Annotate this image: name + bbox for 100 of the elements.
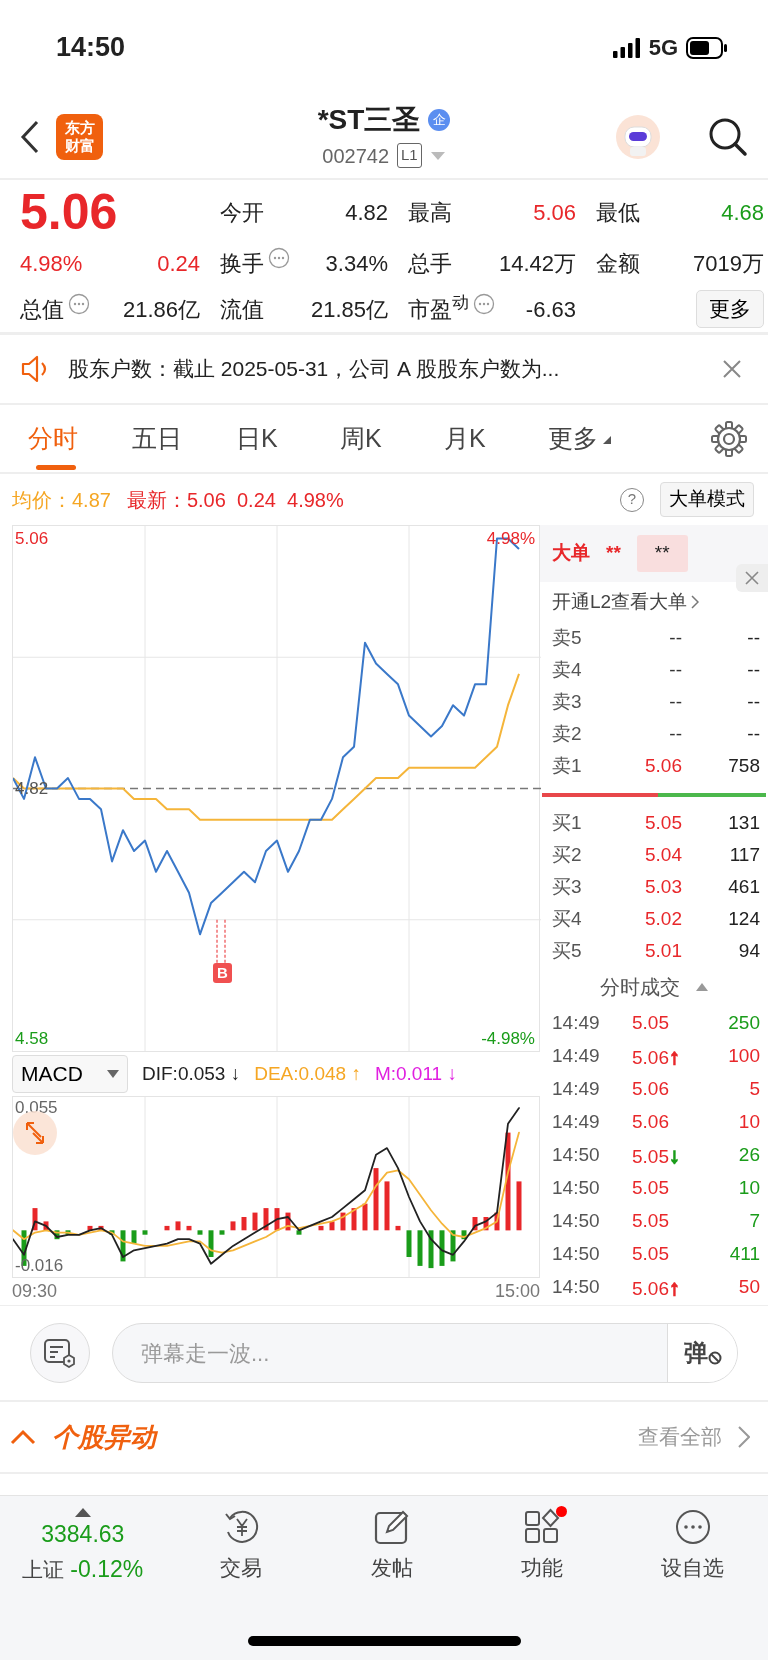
trend-arrow: ↓ [669, 1143, 680, 1167]
stock-name: *ST三圣 [317, 102, 421, 137]
book-price: 5.02 [644, 906, 682, 931]
trade-volume: 50 [738, 1275, 760, 1300]
stat-label: 总值 [20, 295, 64, 324]
book-level-label: 买3 [552, 874, 583, 899]
stat-label: 金额 [596, 249, 640, 278]
min-percent-label: -4.98% [481, 1028, 535, 1049]
time-start-label: 09:30 [12, 1280, 58, 1303]
indicator-value: DEA:0.048 ↑ [254, 1061, 361, 1086]
price-axis-label: 4.58 [15, 1028, 49, 1049]
stat-label: 今开 [220, 198, 264, 227]
book-price: -- [668, 657, 682, 682]
big-order-value: ** [636, 535, 688, 572]
change-percent: 4.98% [20, 249, 83, 278]
trade-price: 5.05 [632, 1011, 670, 1036]
stat-label: 流值 [220, 295, 264, 324]
price-axis-label: 5.06 [15, 528, 49, 549]
trade-price: 5.06 [632, 1110, 670, 1135]
trade-price: 5.05 [632, 1209, 670, 1234]
current-price: 5.06 [20, 187, 119, 237]
trade-volume: 411 [729, 1242, 760, 1267]
stat-value: 5.06 [533, 198, 576, 227]
stock-code: 002742 [322, 143, 390, 169]
stat-label: 最低 [596, 198, 640, 227]
book-level-label: 卖5 [552, 625, 583, 650]
level-tag: L1 [397, 143, 422, 168]
stat-value: 21.86亿 [122, 295, 200, 324]
stat-label: 市盈$^{动}$ [408, 292, 469, 324]
macd-axis-label: 0.055 [15, 1098, 58, 1119]
stat-value: 3.34% [325, 249, 388, 278]
trade-time: 14:50 [552, 1143, 601, 1168]
status-time: 14:50 [56, 31, 126, 65]
book-price: 5.05 [644, 810, 682, 835]
book-level-label: 买5 [552, 938, 583, 963]
trade-price: 5.05 [632, 1242, 670, 1267]
trade-time: 14:50 [552, 1275, 601, 1300]
trade-time: 14:49 [552, 1044, 601, 1069]
stat-value: 4.68 [721, 198, 764, 227]
stat-value: 4.82 [345, 198, 388, 227]
section-title: 个股异动 [52, 1420, 156, 1454]
book-price: -- [668, 689, 682, 714]
stat-value: 14.42万 [498, 249, 576, 278]
book-volume: 758 [727, 753, 760, 778]
stat-value: -6.63 [525, 295, 576, 324]
book-level-label: 卖2 [552, 721, 583, 746]
book-price: -- [668, 625, 682, 650]
trade-volume: 10 [738, 1110, 760, 1135]
trade-volume: 5 [749, 1077, 760, 1102]
trade-time: 14:49 [552, 1110, 601, 1135]
book-price: 5.03 [644, 874, 682, 899]
book-level-label: 卖3 [552, 689, 583, 714]
book-volume: 124 [727, 906, 760, 931]
change-amount: 0.24 [157, 249, 200, 278]
book-level-label: 卖1 [552, 753, 583, 778]
app-logo: 东方 财富 [56, 113, 103, 160]
book-volume: -- [746, 721, 760, 746]
macd-axis-label: -0.016 [15, 1255, 64, 1276]
trade-price: 5.06↑ [632, 1274, 681, 1301]
book-level-label: 卖4 [552, 657, 583, 682]
trade-time: 14:49 [552, 1077, 601, 1102]
trade-volume: 250 [728, 1011, 760, 1036]
time-end-label: 15:00 [494, 1280, 540, 1303]
trade-price: 5.05↓ [632, 1142, 681, 1169]
trade-price: 5.06 [632, 1077, 670, 1102]
book-level-label: 买4 [552, 906, 583, 931]
average-price: 均价：4.87 [12, 487, 111, 513]
trade-time: 14:50 [552, 1209, 601, 1234]
stat-value: 7019万 [693, 249, 764, 278]
book-volume: 461 [727, 874, 760, 899]
enterprise-badge: 企 [428, 108, 451, 131]
max-percent-label: 4.98% [486, 528, 535, 549]
big-order-value: ** [606, 541, 621, 566]
trade-volume: 100 [728, 1044, 760, 1069]
book-level-label: 买1 [552, 810, 583, 835]
indicator-value: DIF:0.053 ↓ [142, 1061, 241, 1086]
trades-title: 分时成交 [600, 975, 680, 1000]
book-volume: 131 [727, 810, 760, 835]
book-price: 5.01 [644, 938, 682, 963]
book-volume: 94 [737, 938, 760, 963]
trade-time: 14:50 [552, 1242, 601, 1267]
trade-time: 14:50 [552, 1176, 601, 1201]
trade-price: 5.05 [632, 1176, 670, 1201]
book-level-label: 买2 [552, 842, 583, 867]
trade-price: 5.06↑ [632, 1043, 681, 1070]
latest-price: 最新：5.06 0.24 4.98% [126, 487, 344, 513]
trend-arrow: ↑ [669, 1044, 680, 1068]
book-price: 5.04 [644, 842, 682, 867]
big-order-label: 大单 [552, 541, 590, 566]
trade-volume: 26 [738, 1143, 760, 1168]
stat-label: 换手 [220, 249, 264, 278]
indicator-value: M:0.011 ↓ [374, 1061, 457, 1086]
book-volume: -- [746, 625, 760, 650]
book-price: 5.06 [644, 753, 682, 778]
book-volume: 117 [728, 842, 760, 867]
stat-label: 最高 [408, 198, 452, 227]
stat-value: 21.85亿 [310, 295, 388, 324]
network-type: 5G [648, 34, 678, 62]
stat-label: 总手 [408, 249, 452, 278]
book-price: -- [668, 721, 682, 746]
